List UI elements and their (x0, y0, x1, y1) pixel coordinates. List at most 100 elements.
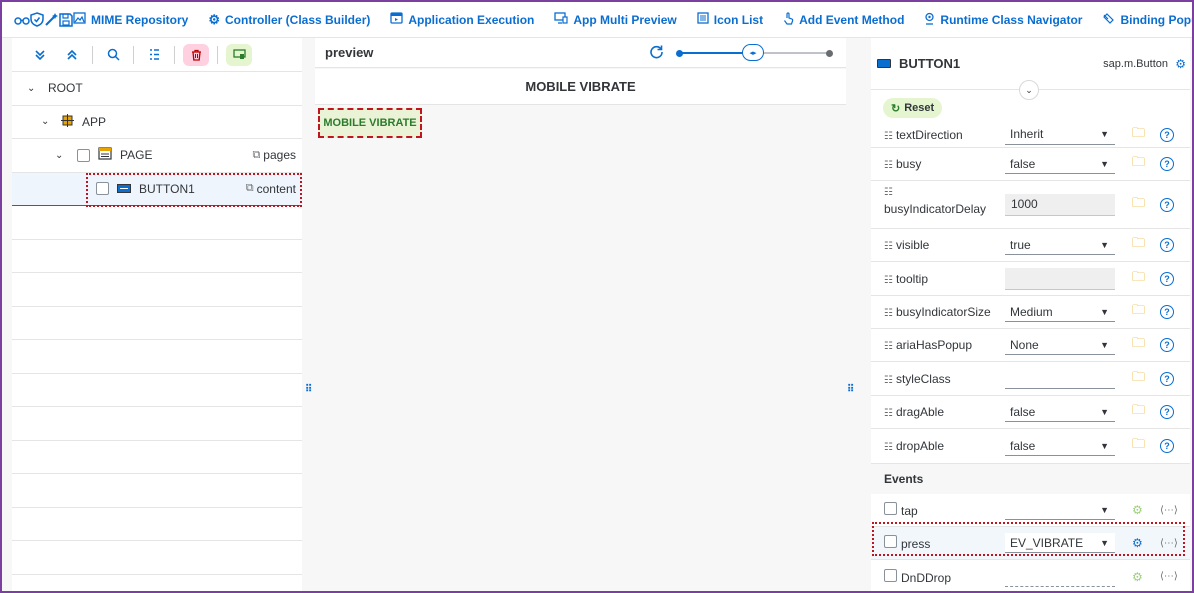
binding-folder-icon[interactable]: 🗀 (1132, 435, 1145, 457)
binding-folder-icon[interactable]: 🗀 (1132, 268, 1145, 290)
property-select[interactable]: false ▼ (1005, 154, 1115, 174)
property-row-busyindicatorsize: ☷ busyIndicatorSize Medium ▼ 🗀 ? (871, 296, 1190, 329)
left-splitter-handle[interactable]: ⠿ (305, 384, 312, 395)
chevron-down-icon: ▼ (1100, 339, 1109, 350)
zoom-slider-handle[interactable]: ◂▸ (742, 44, 764, 61)
property-select[interactable]: Medium ▼ (1005, 302, 1115, 322)
collapse-header-button[interactable]: ⌄ (1019, 80, 1039, 100)
property-name-text: tooltip (895, 271, 928, 286)
chevron-down-icon: ▼ (1100, 306, 1109, 317)
app-frame: MIME Repository ⚙ Controller (Class Buil… (0, 0, 1194, 593)
shield-icon[interactable] (30, 8, 44, 32)
settings-network-icon[interactable]: ⚙ (1175, 57, 1186, 71)
tree-empty-row (12, 307, 302, 340)
app-multi-preview-button[interactable]: App Multi Preview (554, 12, 677, 27)
help-icon[interactable]: ? (1160, 338, 1174, 352)
delete-button[interactable] (183, 43, 209, 66)
binding-folder-icon[interactable]: 🗀 (1132, 153, 1145, 175)
binding-folder-icon[interactable]: 🗀 (1132, 301, 1145, 323)
code-icon[interactable]: ⟨⋯⟩ (1160, 571, 1178, 582)
search-icon[interactable] (97, 43, 129, 67)
tree-list-icon[interactable] (138, 43, 170, 67)
property-select[interactable]: false ▼ (1005, 402, 1115, 422)
property-select[interactable]: false ▼ (1005, 436, 1115, 456)
help-icon[interactable]: ? (1160, 371, 1174, 386)
tree-node-checkbox[interactable] (77, 148, 90, 162)
tree-node-label: ROOT (48, 81, 83, 96)
chevron-down-icon[interactable]: ⌄ (41, 116, 55, 127)
icon-list-button[interactable]: Icon List (697, 12, 763, 27)
help-icon[interactable]: ? (1160, 238, 1174, 252)
tree-empty-row (12, 340, 302, 374)
tree-node-root[interactable]: ⌄ ROOT (12, 72, 302, 106)
tree-node-app[interactable]: ⌄ APP (12, 106, 302, 139)
refresh-icon[interactable] (649, 44, 664, 63)
event-checkbox[interactable] (884, 502, 897, 515)
tree-node-page[interactable]: ⌄ PAGE ⧉ pages (12, 139, 302, 173)
property-row-styleclass: ☷ styleClass 🗀 ? (871, 362, 1190, 396)
controller-button[interactable]: ⚙ Controller (Class Builder) (208, 12, 370, 28)
event-method-select[interactable]: ▼ (1005, 500, 1115, 520)
right-splitter-handle[interactable]: ⠿ (847, 384, 854, 395)
events-section-header: Events (871, 464, 1190, 494)
preview-device-button[interactable] (226, 43, 252, 66)
help-icon[interactable]: ? (1160, 127, 1174, 142)
event-checkbox[interactable] (884, 568, 897, 582)
zoom-slider-min-dot (676, 49, 683, 57)
reset-button[interactable]: ↻ Reset (883, 98, 943, 118)
help-icon[interactable]: ? (1160, 305, 1174, 319)
code-icon[interactable]: ⟨⋯⟩ (1160, 505, 1178, 516)
magic-wand-icon[interactable] (44, 8, 59, 32)
binding-folder-icon[interactable]: 🗀 (1132, 124, 1145, 146)
binding-popup-button[interactable]: Binding Popup (1102, 12, 1192, 28)
property-input[interactable]: 1000 (1005, 193, 1115, 216)
binding-folder-icon[interactable]: 🗀 (1132, 194, 1145, 216)
binding-folder-icon[interactable]: 🗀 (1132, 234, 1145, 256)
help-icon[interactable]: ? (1160, 405, 1174, 419)
add-event-method-button[interactable]: Add Event Method (783, 11, 904, 28)
aggregation-label: ⧉ pages (252, 148, 296, 162)
help-icon[interactable]: ? (1160, 157, 1174, 171)
help-icon[interactable]: ? (1160, 439, 1174, 453)
zoom-slider[interactable]: ◂▸ (676, 44, 833, 61)
save-icon[interactable] (59, 8, 73, 32)
mime-repository-button[interactable]: MIME Repository (73, 12, 188, 27)
binding-folder-icon[interactable]: 🗀 (1132, 401, 1145, 423)
chevron-down-icon[interactable]: ⌄ (27, 83, 41, 94)
image-icon (73, 12, 86, 27)
runtime-class-navigator-label: Runtime Class Navigator (940, 12, 1083, 27)
properties-panel: BUTTON1 sap.m.Button ⚙ ⌄ ↻ Reset ☷ textDi… (871, 38, 1190, 591)
property-select[interactable]: None ▼ (1005, 335, 1115, 355)
collapse-all-icon[interactable] (56, 43, 88, 67)
glasses-icon[interactable] (14, 8, 30, 32)
chevron-down-icon[interactable]: ⌄ (55, 150, 69, 161)
event-settings-icon[interactable]: ⚙ (1132, 570, 1143, 584)
runtime-class-navigator-button[interactable]: Runtime Class Navigator (924, 12, 1082, 28)
application-execution-button[interactable]: Application Execution (390, 12, 534, 27)
property-row-tooltip: ☷ tooltip 🗀 ? (871, 262, 1190, 296)
binding-folder-icon[interactable]: 🗀 (1132, 368, 1145, 390)
property-name: ☷ dropAble (884, 439, 944, 453)
chevron-down-icon: ⌄ (1025, 84, 1033, 95)
property-text-input[interactable] (1005, 368, 1115, 389)
property-select[interactable]: Inherit ▼ (1005, 124, 1115, 145)
event-method-select[interactable] (1005, 566, 1115, 587)
mobile-vibrate-button[interactable]: MOBILE VIBRATE (318, 108, 422, 138)
property-select[interactable]: true ▼ (1005, 235, 1115, 255)
binding-folder-icon[interactable]: 🗀 (1132, 334, 1145, 356)
tree-empty-row (12, 508, 302, 541)
devices-icon (554, 12, 568, 27)
property-icon: ☷ (884, 241, 893, 252)
list-icon (697, 12, 709, 27)
chevron-down-icon: ▼ (1100, 158, 1109, 169)
expand-all-icon[interactable] (24, 43, 56, 67)
property-row-dropable: ☷ dropAble false ▼ 🗀 ? (871, 429, 1190, 464)
event-settings-icon[interactable]: ⚙ (1132, 503, 1143, 517)
help-icon[interactable]: ? (1160, 271, 1174, 286)
property-icon: ☷ (884, 341, 893, 352)
button-control-icon (877, 59, 891, 68)
event-name-text: tap (901, 504, 918, 518)
property-input[interactable] (1005, 267, 1115, 290)
event-name: DnDDrop (884, 568, 951, 585)
help-icon[interactable]: ? (1160, 197, 1174, 212)
